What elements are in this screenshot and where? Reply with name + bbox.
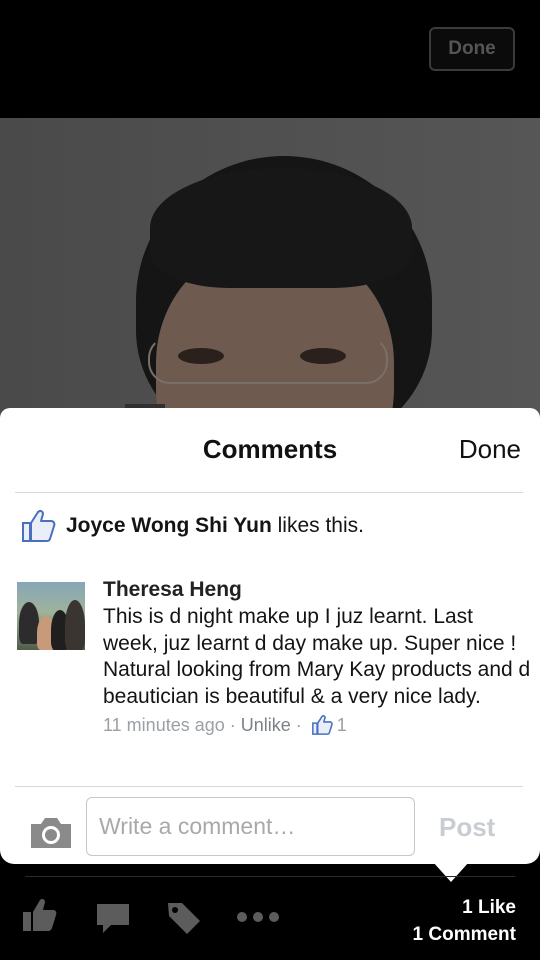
photo-done-button[interactable]: Done: [429, 27, 515, 71]
comment-meta: 11 minutes ago · Unlike · 1: [103, 714, 533, 736]
meta-separator: ·: [295, 714, 302, 735]
photo-toolbar: 1 Like 1 Comment: [0, 877, 540, 960]
composer-divider: [15, 786, 523, 787]
post-button[interactable]: Post: [439, 812, 495, 843]
likes-suffix: likes this.: [277, 514, 364, 537]
comment-composer: Post: [0, 792, 540, 864]
top-bar: Done: [0, 0, 540, 118]
header-divider: [15, 492, 523, 493]
comment-icon[interactable]: [96, 903, 130, 935]
comment-time: 11 minutes ago: [103, 714, 225, 735]
comment-author[interactable]: Theresa Heng: [103, 576, 533, 604]
like-icon[interactable]: [21, 897, 59, 933]
comment-like-count[interactable]: 1: [337, 715, 347, 736]
comments-sheet: Comments Done Joyce Wong Shi Yun likes t…: [0, 408, 540, 864]
photo-background: [0, 118, 540, 418]
photo-glasses: [148, 336, 388, 384]
likes-summary: Joyce Wong Shi Yun likes this.: [20, 506, 364, 546]
photo-stats: 1 Like 1 Comment: [413, 894, 516, 948]
photo-bangs: [150, 168, 412, 288]
comment-count-stat[interactable]: 1 Comment: [413, 921, 516, 948]
like-count-stat[interactable]: 1 Like: [413, 894, 516, 921]
comments-header: Comments Done: [0, 408, 540, 492]
liker-name[interactable]: Joyce Wong Shi Yun: [66, 514, 272, 537]
tag-icon[interactable]: [166, 901, 202, 935]
meta-separator: ·: [229, 714, 236, 735]
like-thumb-icon: [22, 509, 56, 542]
comment-input[interactable]: [86, 797, 415, 856]
comments-done-button[interactable]: Done: [459, 434, 521, 465]
camera-icon[interactable]: [29, 816, 73, 850]
unlike-link[interactable]: Unlike: [241, 715, 291, 736]
commenter-avatar[interactable]: [17, 582, 85, 650]
comment-like-icon[interactable]: [311, 714, 333, 736]
more-icon[interactable]: [236, 911, 280, 923]
comment-text: This is d night make up I juz learnt. La…: [103, 605, 531, 708]
